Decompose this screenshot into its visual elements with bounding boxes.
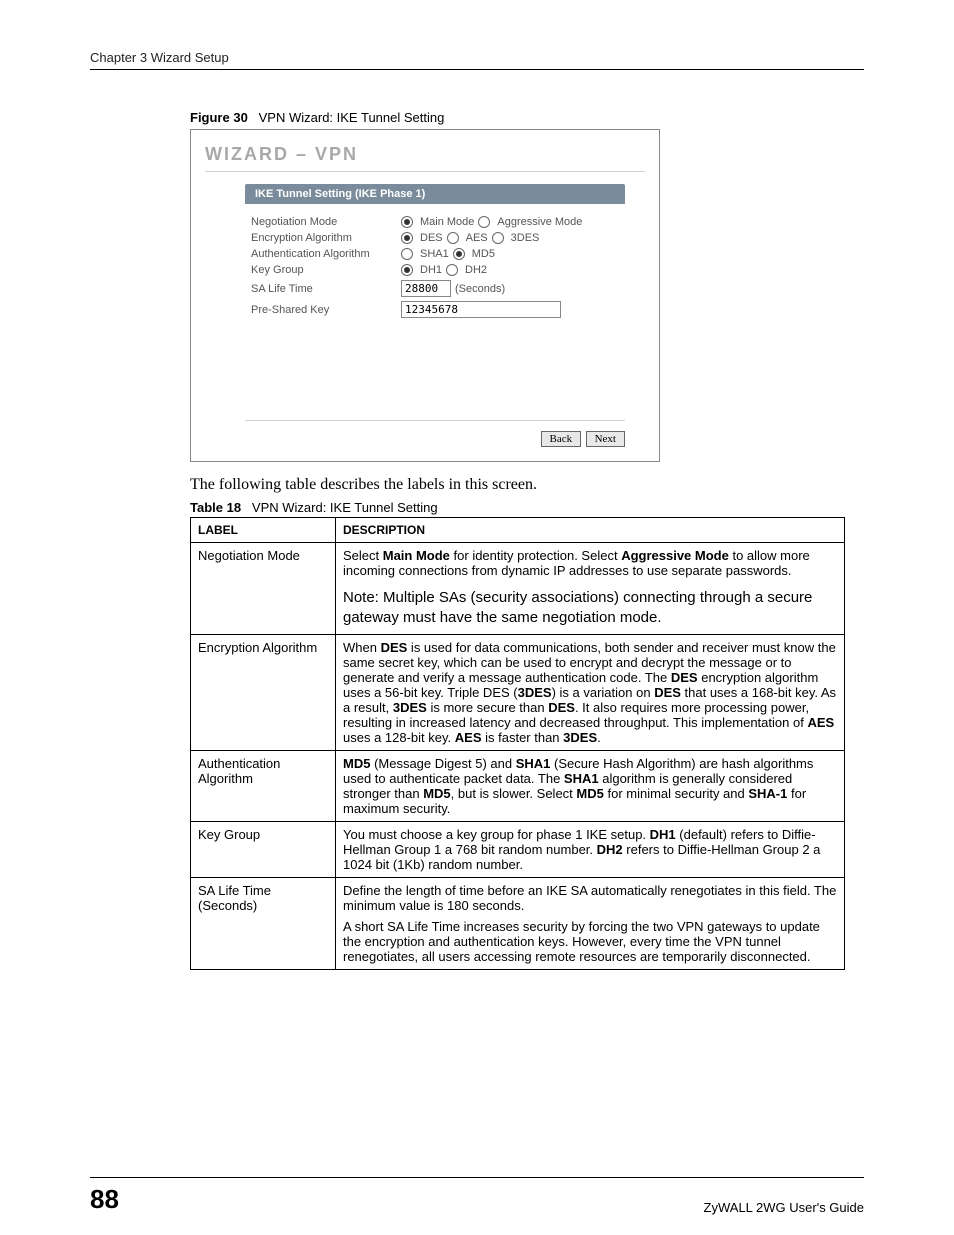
- cell-desc: When DES is used for data communications…: [336, 634, 845, 750]
- table-row: SA Life Time (Seconds) Define the length…: [191, 877, 845, 969]
- next-button[interactable]: Next: [586, 431, 625, 447]
- label-psk: Pre-Shared Key: [251, 304, 401, 316]
- page-footer: 88 ZyWALL 2WG User's Guide: [90, 1177, 864, 1215]
- row-auth: Authentication Algorithm SHA1 MD5: [251, 246, 619, 262]
- label-auth: Authentication Algorithm: [251, 248, 401, 260]
- cell-label: Key Group: [191, 821, 336, 877]
- cell-label: Encryption Algorithm: [191, 634, 336, 750]
- row-salife: SA Life Time (Seconds): [251, 278, 619, 299]
- radio-aes[interactable]: [447, 232, 459, 244]
- radio-3des[interactable]: [492, 232, 504, 244]
- description-table: LABEL DESCRIPTION Negotiation Mode Selec…: [190, 517, 845, 970]
- opt-3des: 3DES: [511, 232, 540, 244]
- divider: [205, 171, 645, 172]
- opt-sha1: SHA1: [420, 248, 449, 260]
- cell-label: Negotiation Mode: [191, 543, 336, 635]
- opt-md5: MD5: [472, 248, 495, 260]
- cell-label: Authentication Algorithm: [191, 750, 336, 821]
- button-row: Back Next: [205, 429, 625, 447]
- radio-md5[interactable]: [453, 248, 465, 260]
- table-row: Key Group You must choose a key group fo…: [191, 821, 845, 877]
- back-button[interactable]: Back: [541, 431, 582, 447]
- radio-dh2[interactable]: [446, 264, 458, 276]
- table-title: VPN Wizard: IKE Tunnel Setting: [252, 500, 438, 515]
- guide-title: ZyWALL 2WG User's Guide: [704, 1200, 864, 1215]
- radio-des[interactable]: [401, 232, 413, 244]
- opt-dh1: DH1: [420, 264, 442, 276]
- figure-title: VPN Wizard: IKE Tunnel Setting: [259, 110, 445, 125]
- row-negotiation: Negotiation Mode Main Mode Aggressive Mo…: [251, 214, 619, 230]
- table-head-row: LABEL DESCRIPTION: [191, 518, 845, 543]
- note-text: Note: Multiple SAs (security association…: [343, 588, 837, 629]
- th-desc: DESCRIPTION: [336, 518, 845, 543]
- input-psk[interactable]: [401, 301, 561, 318]
- cell-desc: Define the length of time before an IKE …: [336, 877, 845, 969]
- label-negotiation: Negotiation Mode: [251, 216, 401, 228]
- page-number: 88: [90, 1184, 119, 1215]
- opt-des: DES: [420, 232, 443, 244]
- intro-text: The following table describes the labels…: [190, 476, 864, 494]
- opt-dh2: DH2: [465, 264, 487, 276]
- radio-main-mode[interactable]: [401, 216, 413, 228]
- wizard-screenshot: WIZARD – VPN IKE Tunnel Setting (IKE Pha…: [190, 129, 660, 462]
- opt-main-mode: Main Mode: [420, 216, 474, 228]
- radio-dh1[interactable]: [401, 264, 413, 276]
- row-psk: Pre-Shared Key: [251, 299, 619, 320]
- unit-seconds: (Seconds): [455, 283, 505, 295]
- cell-desc: Select Main Mode for identity protection…: [336, 543, 845, 635]
- figure-caption: Figure 30 VPN Wizard: IKE Tunnel Setting: [190, 110, 864, 125]
- opt-aes: AES: [466, 232, 488, 244]
- th-label: LABEL: [191, 518, 336, 543]
- figure-label: Figure 30: [190, 110, 248, 125]
- label-keygroup: Key Group: [251, 264, 401, 276]
- table-row: Encryption Algorithm When DES is used fo…: [191, 634, 845, 750]
- radio-sha1[interactable]: [401, 248, 413, 260]
- cell-desc: You must choose a key group for phase 1 …: [336, 821, 845, 877]
- table-label: Table 18: [190, 500, 241, 515]
- table-caption: Table 18 VPN Wizard: IKE Tunnel Setting: [190, 500, 864, 515]
- table-row: Authentication Algorithm MD5 (Message Di…: [191, 750, 845, 821]
- label-salife: SA Life Time: [251, 283, 401, 295]
- section-header: IKE Tunnel Setting (IKE Phase 1): [245, 184, 625, 204]
- row-keygroup: Key Group DH1 DH2: [251, 262, 619, 278]
- chapter-header: Chapter 3 Wizard Setup: [90, 50, 864, 70]
- spacer: [245, 330, 625, 421]
- table-row: Negotiation Mode Select Main Mode for id…: [191, 543, 845, 635]
- radio-aggressive-mode[interactable]: [478, 216, 490, 228]
- input-salife[interactable]: [401, 280, 451, 297]
- wizard-title: WIZARD – VPN: [205, 144, 645, 171]
- cell-label: SA Life Time (Seconds): [191, 877, 336, 969]
- label-encryption: Encryption Algorithm: [251, 232, 401, 244]
- opt-aggressive-mode: Aggressive Mode: [497, 216, 582, 228]
- form-area: Negotiation Mode Main Mode Aggressive Mo…: [245, 214, 625, 320]
- cell-desc: MD5 (Message Digest 5) and SHA1 (Secure …: [336, 750, 845, 821]
- row-encryption: Encryption Algorithm DES AES 3DES: [251, 230, 619, 246]
